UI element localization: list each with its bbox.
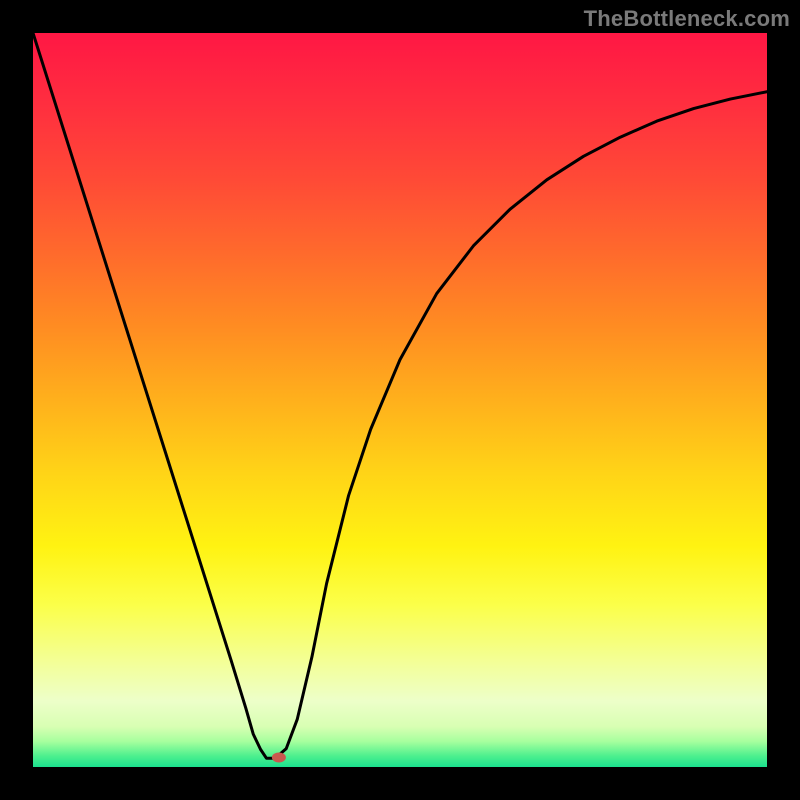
gradient-background (33, 33, 767, 767)
optimum-marker (272, 752, 286, 762)
chart-stage: TheBottleneck.com (0, 0, 800, 800)
plot-area (33, 33, 767, 767)
plot-svg (33, 33, 767, 767)
watermark-text: TheBottleneck.com (584, 6, 790, 32)
